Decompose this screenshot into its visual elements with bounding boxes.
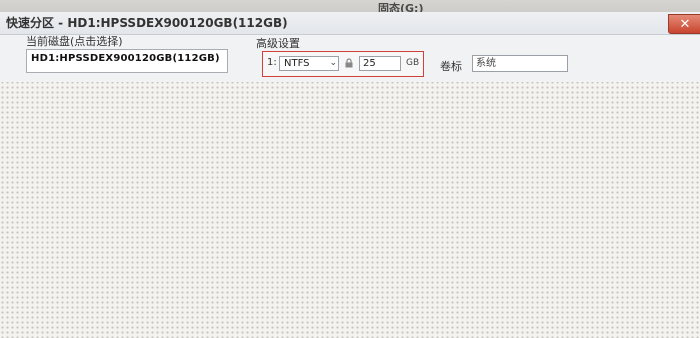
partition-size-input[interactable]: 25	[359, 56, 401, 71]
disk-list-item[interactable]: HD1:HPSSDEX900120GB(112GB)	[31, 53, 220, 64]
partition-row: 1: NTFS ⌄ 25 GB	[262, 51, 424, 77]
dialog-title: 快速分区 - HD1:HPSSDEX900120GB(112GB)	[6, 16, 288, 30]
chevron-down-icon: ⌄	[329, 58, 337, 68]
volume-label-caption: 卷标	[440, 60, 462, 73]
volume-label-input[interactable]: 系统	[472, 55, 568, 72]
size-unit: GB	[406, 58, 420, 68]
close-button[interactable]: ✕	[668, 14, 700, 34]
filesystem-value: NTFS	[284, 58, 310, 69]
quick-partition-dialog: 快速分区 - HD1:HPSSDEX900120GB(112GB) ✕ 当前磁盘…	[0, 12, 700, 82]
advanced-settings-label: 高级设置	[256, 37, 300, 50]
partition-index: 1:	[267, 57, 277, 68]
dialog-titlebar: 快速分区 - HD1:HPSSDEX900120GB(112GB) ✕	[0, 12, 700, 35]
close-icon: ✕	[679, 16, 691, 32]
filesystem-select[interactable]: NTFS ⌄	[279, 56, 339, 71]
current-disk-label: 当前磁盘(点击选择)	[26, 35, 123, 48]
lock-icon	[345, 58, 353, 68]
disk-list: HD1:HPSSDEX900120GB(112GB)	[26, 49, 228, 73]
